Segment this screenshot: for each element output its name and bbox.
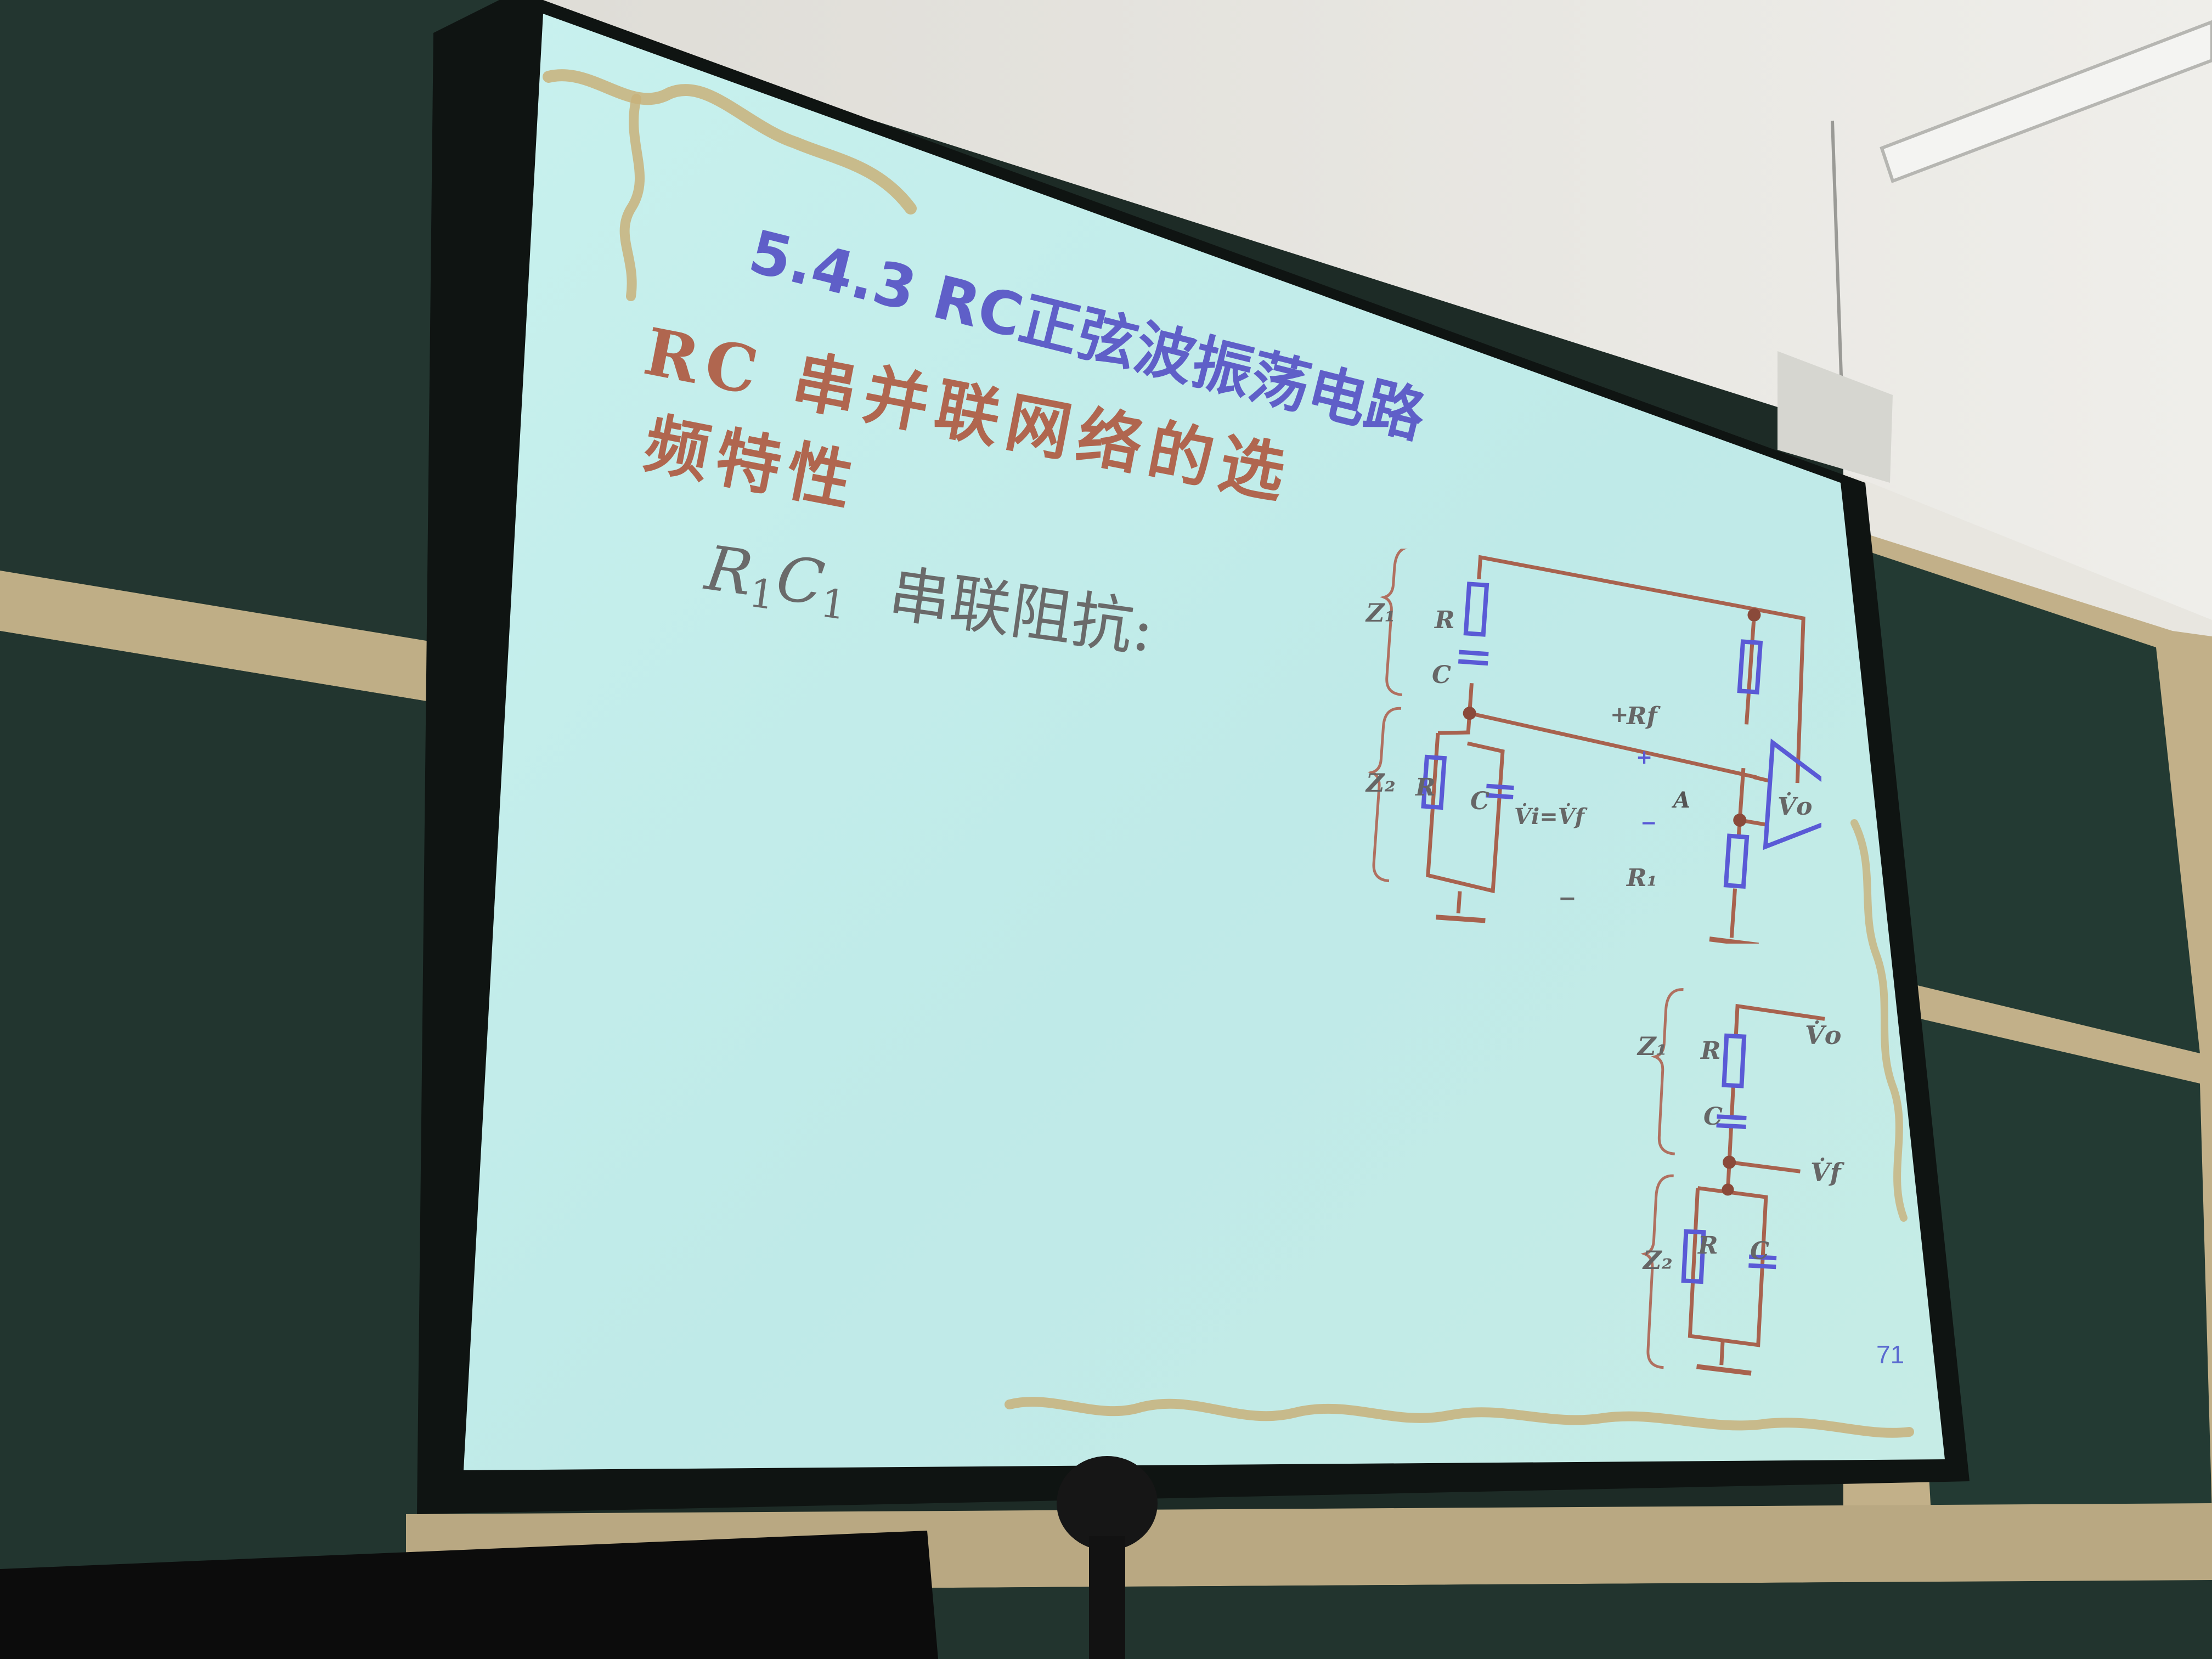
- slide-page-number: 71: [1876, 1340, 1905, 1369]
- resistor-r1: [1723, 833, 1750, 889]
- label-opamp-a: A: [1673, 787, 1691, 813]
- label-opamp-minus: −: [1640, 812, 1657, 834]
- label-r1: R₁: [1627, 864, 1657, 892]
- classroom-background: [0, 0, 2212, 1659]
- label-minus-node: −: [1558, 886, 1577, 911]
- label-bottom-z1: Z₁: [1638, 1031, 1667, 1061]
- label-rf: Rf: [1627, 702, 1657, 730]
- label-plus-node: +: [1610, 702, 1629, 727]
- label-bottom-vo: V̇o: [1805, 1020, 1842, 1050]
- label-opamp-plus: +: [1636, 746, 1653, 769]
- label-bottom-vf: V̇f: [1810, 1158, 1841, 1187]
- label-bottom-c-lower: C: [1750, 1237, 1770, 1265]
- classroom-scene: 5.4.3 RC正弦波振荡电路 RC 串并联网络的选 频特性 R1C1 串联阻抗…: [0, 0, 2212, 1659]
- label-r-upper: R: [1435, 606, 1455, 634]
- oscillator-circuit: [1367, 549, 1821, 944]
- label-bottom-c-upper: C: [1703, 1103, 1723, 1131]
- label-bottom-r-lower: R: [1698, 1232, 1718, 1260]
- label-vo: V̇o: [1778, 793, 1813, 821]
- label-bottom-r-upper: R: [1701, 1037, 1721, 1065]
- chalkboard-panel-left: [0, 631, 466, 1580]
- label-bottom-z2: Z₂: [1643, 1245, 1673, 1275]
- label-r-lower: R: [1415, 774, 1436, 802]
- label-z2: Z₂: [1366, 768, 1396, 798]
- label-vi-eq-vf: V̇i=V̇f: [1514, 804, 1584, 830]
- resistor-r-upper: [1463, 582, 1489, 637]
- circuit-components: [1421, 582, 1821, 889]
- microphone-stem: [1089, 1536, 1125, 1659]
- label-c-lower: C: [1470, 787, 1490, 815]
- label-c-upper: C: [1432, 661, 1452, 689]
- label-z1: Z₁: [1366, 598, 1396, 628]
